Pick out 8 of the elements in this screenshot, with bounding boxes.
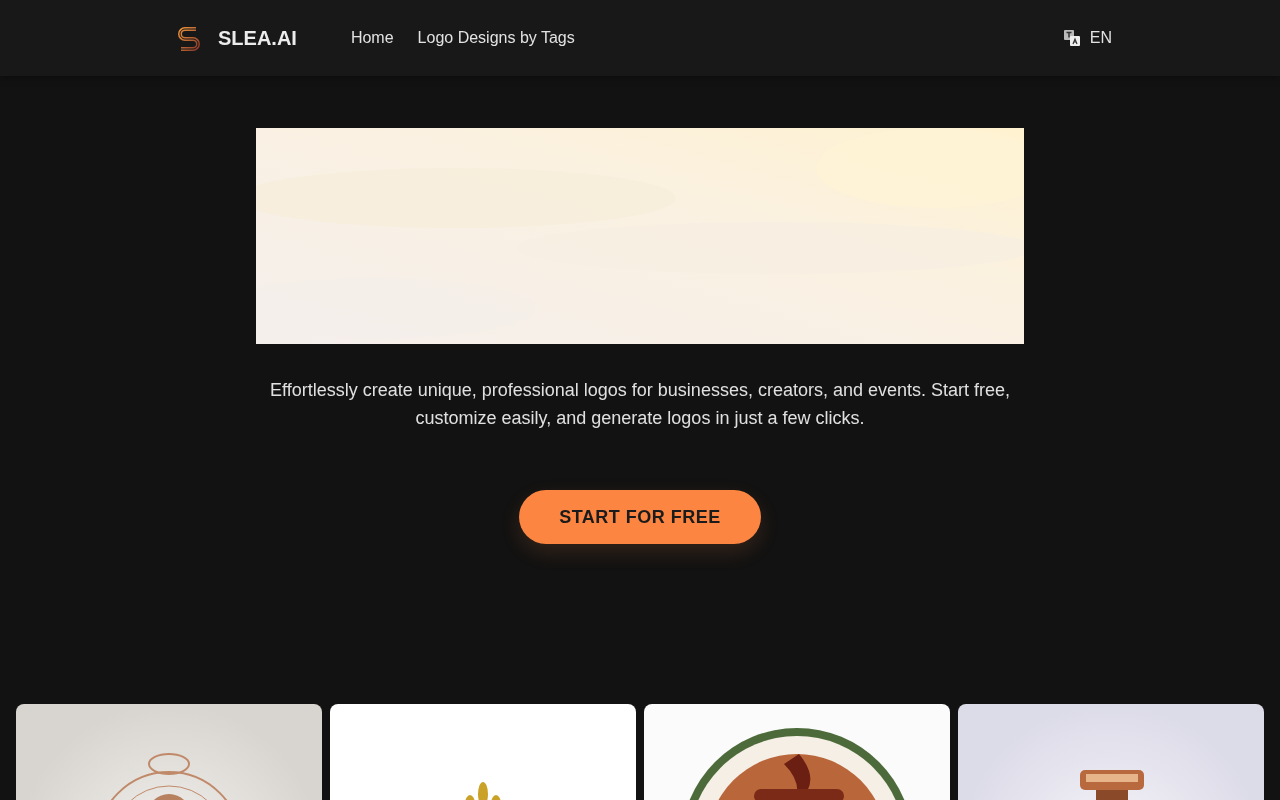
- language-label[interactable]: EN: [1089, 29, 1112, 47]
- nav-link[interactable]: Home: [350, 29, 394, 47]
- brand-name[interactable]: SLEA.AI: [218, 26, 297, 50]
- logo-icon[interactable]: [176, 25, 202, 51]
- translate-icon[interactable]: [1062, 29, 1081, 47]
- start-button[interactable]: START FOR FREE: [519, 490, 761, 544]
- hero-description: Effortlessly create unique, professional logos for businesses, creators, and events. Start free, customize easily, and generate logos in just a few clicks.: [268, 379, 1012, 430]
- nav-link[interactable]: Logo Designs by Tags: [417, 29, 575, 47]
